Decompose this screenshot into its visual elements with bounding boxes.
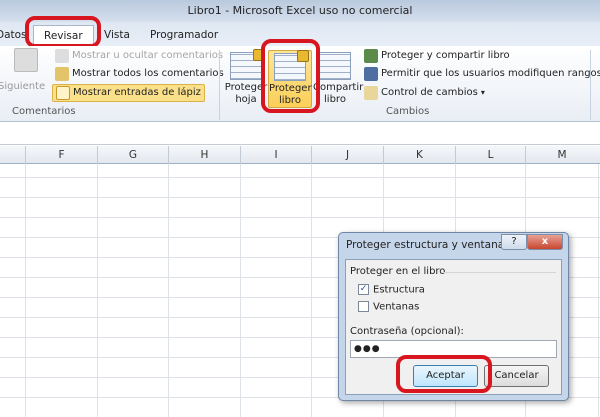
- column-header-i[interactable]: I: [240, 146, 311, 164]
- ventanas-checkbox[interactable]: Ventanas: [358, 301, 419, 313]
- label: Mostrar todos los comentarios: [72, 68, 224, 79]
- cancelar-button[interactable]: Cancelar: [484, 365, 549, 387]
- column-header-h[interactable]: H: [168, 146, 240, 164]
- track-changes-icon: [364, 86, 378, 100]
- siguiente-label: Siguiente: [0, 81, 46, 92]
- column-header-g[interactable]: G: [97, 146, 168, 164]
- label: Proteger y compartir libro: [381, 50, 510, 61]
- section-label: Proteger en el libro: [350, 266, 446, 277]
- comment-icon: [55, 49, 69, 63]
- password-label: Contraseña (opcional):: [350, 326, 464, 337]
- help-button[interactable]: ?: [501, 234, 527, 250]
- column-headers: F G H I J K L M: [0, 146, 600, 164]
- checkbox-checked-icon: ✓: [358, 284, 369, 295]
- mostrar-ocultar-comentarios-button[interactable]: Mostrar u ocultar comentarios: [55, 47, 223, 65]
- allow-ranges-icon: [364, 67, 378, 81]
- comments-icon: [55, 67, 69, 81]
- tab-datos[interactable]: Datos: [0, 25, 27, 46]
- mostrar-entradas-lapiz-button[interactable]: Mostrar entradas de lápiz: [52, 84, 205, 102]
- column-header-l[interactable]: L: [455, 146, 525, 164]
- formula-bar[interactable]: [0, 123, 600, 145]
- checkbox-unchecked-icon: [358, 301, 369, 312]
- dialog-title: Proteger estructura y ventanas: [346, 239, 510, 251]
- group-cambios-label: Cambios: [386, 106, 430, 117]
- share-workbook-icon: [319, 52, 351, 80]
- group-comentarios-label: Comentarios: [12, 106, 76, 117]
- label: Estructura: [373, 284, 425, 296]
- chevron-down-icon: ▾: [480, 88, 485, 97]
- column-header-k[interactable]: K: [383, 146, 455, 164]
- separator: [219, 50, 220, 120]
- label: Ventanas: [373, 301, 420, 313]
- next-comment-icon: [14, 48, 38, 72]
- protect-sheet-icon: [230, 49, 265, 80]
- highlight-revisar: [25, 16, 101, 48]
- highlight-proteger-libro: [261, 39, 320, 113]
- label: Permitir que los usuarios modifiquen ran…: [381, 68, 600, 79]
- siguiente-button[interactable]: [14, 48, 38, 72]
- control-cambios-button[interactable]: Control de cambios ▾: [364, 84, 485, 102]
- label: Mostrar u ocultar comentarios: [72, 50, 224, 61]
- mostrar-todos-comentarios-button[interactable]: Mostrar todos los comentarios: [55, 65, 224, 83]
- proteger-compartir-button[interactable]: Proteger y compartir libro: [364, 47, 510, 65]
- separator: [590, 50, 591, 120]
- tab-vista[interactable]: Vista: [104, 25, 130, 46]
- column-header-j[interactable]: J: [311, 146, 383, 164]
- close-button[interactable]: x: [527, 234, 563, 250]
- protect-share-icon: [364, 49, 378, 63]
- ink-icon: [56, 86, 70, 100]
- highlight-aceptar: [396, 355, 492, 393]
- label: Control de cambios: [381, 87, 478, 98]
- estructura-checkbox[interactable]: ✓ Estructura: [358, 284, 425, 296]
- window-title: Libro1 - Microsoft Excel uso no comercia…: [187, 4, 413, 17]
- column-header-m[interactable]: M: [525, 146, 598, 164]
- column-header-f[interactable]: F: [25, 146, 97, 164]
- tab-programador[interactable]: Programador: [150, 25, 218, 46]
- label: Mostrar entradas de lápiz: [73, 87, 201, 98]
- permitir-rangos-button[interactable]: Permitir que los usuarios modifiquen ran…: [364, 65, 600, 83]
